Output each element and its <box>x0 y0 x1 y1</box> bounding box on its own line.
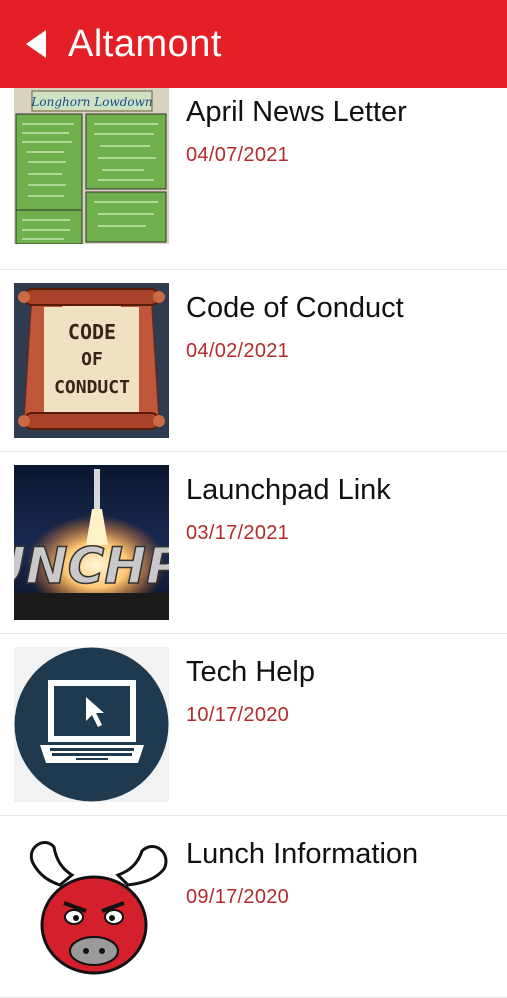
item-date: 04/07/2021 <box>186 144 290 166</box>
launchpad-rocket-thumbnail: UNCHP <box>14 465 169 620</box>
laptop-icon <box>14 647 169 802</box>
code-of-conduct-thumbnail: CODE OF CONDUCT <box>14 283 169 438</box>
item-date: 03/17/2021 <box>186 522 290 544</box>
item-title: Lunch Information <box>186 838 419 870</box>
item-title: Code of Conduct <box>186 292 404 324</box>
item-title: Tech Help <box>186 656 315 688</box>
launchpad-thumb-text: UNCHP <box>14 537 169 595</box>
svg-text:OF: OF <box>81 349 103 370</box>
back-button[interactable] <box>10 0 62 88</box>
list-item[interactable]: UNCHP Launchpad Link 03/17/2021 <box>0 452 507 634</box>
list-item[interactable]: Tech Help 10/17/2020 <box>0 634 507 816</box>
list-item[interactable]: Longhorn Lowdown April News Letter 04/07… <box>0 88 507 270</box>
item-title: April News Letter <box>186 96 407 128</box>
back-arrow-icon <box>26 30 46 58</box>
news-list: Longhorn Lowdown April News Letter 04/07… <box>0 88 507 998</box>
list-item[interactable]: CODE OF CONDUCT Code of Conduct 04/02/20… <box>0 270 507 452</box>
item-date: 04/02/2021 <box>186 340 290 362</box>
list-item[interactable]: Lunch Information 09/17/2020 <box>0 816 507 998</box>
newsletter-thumb-text: Longhorn Lowdown <box>30 95 152 109</box>
page-title: Altamont <box>68 22 222 65</box>
item-date: 09/17/2020 <box>186 886 290 908</box>
svg-text:CONDUCT: CONDUCT <box>54 377 130 398</box>
item-date: 10/17/2020 <box>186 704 290 726</box>
item-title: Launchpad Link <box>186 474 391 506</box>
longhorn-mascot-thumbnail <box>14 829 169 984</box>
svg-text:CODE: CODE <box>68 320 116 344</box>
newsletter-thumbnail: Longhorn Lowdown <box>14 88 169 244</box>
app-header: Altamont <box>0 0 507 88</box>
